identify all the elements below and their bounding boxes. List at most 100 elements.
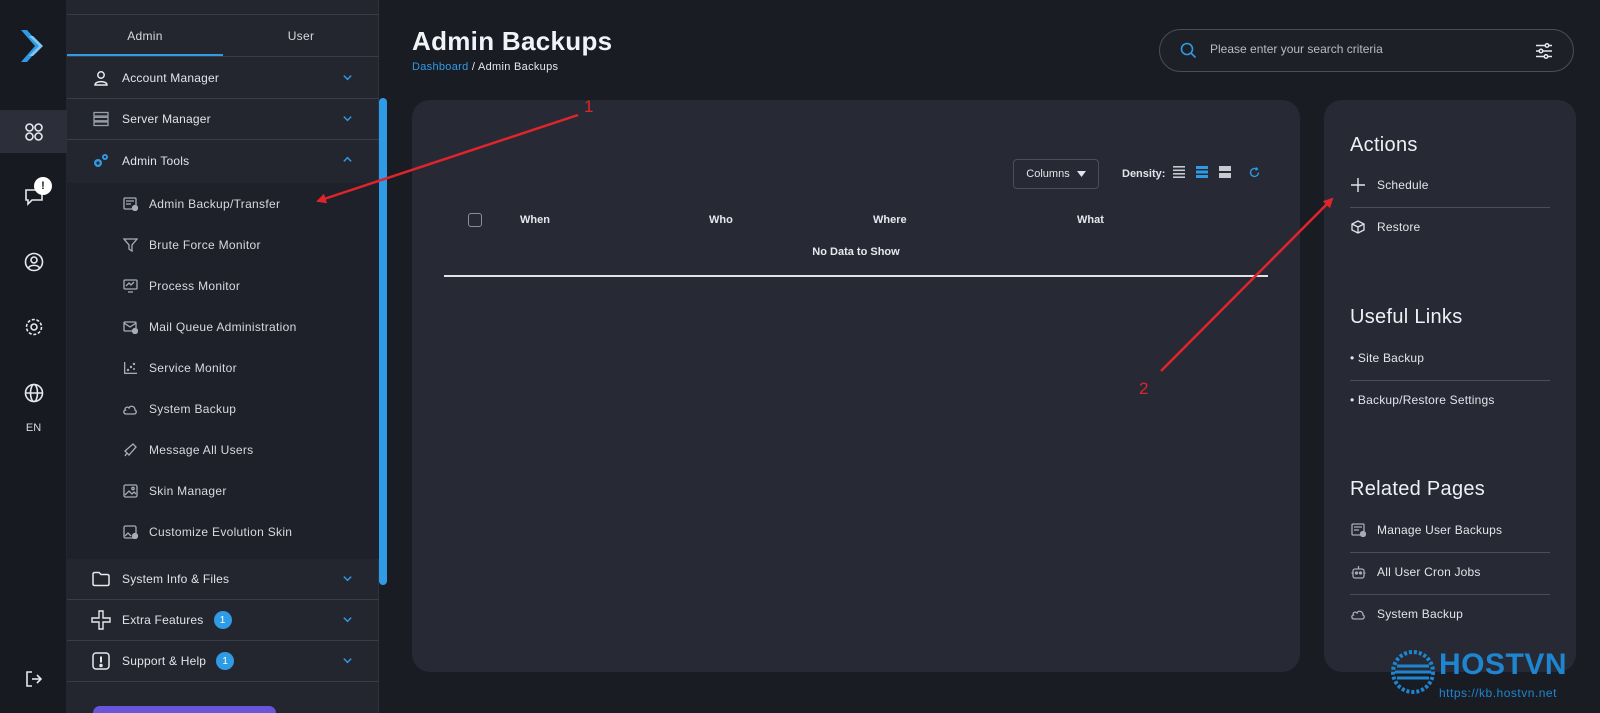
refresh-icon[interactable]: [1249, 167, 1260, 178]
rail-user[interactable]: [0, 241, 67, 283]
density-label: Density:: [1122, 168, 1166, 180]
site-backup-link[interactable]: • Site Backup: [1350, 337, 1550, 379]
sidebar-tabs: Admin User: [67, 15, 379, 57]
rail-dashboard[interactable]: [0, 111, 67, 153]
rail-logout[interactable]: [0, 658, 67, 700]
language-label[interactable]: EN: [0, 422, 67, 434]
rail-language[interactable]: [0, 372, 67, 414]
density-compact-icon[interactable]: [1173, 166, 1185, 178]
server-icon: [91, 109, 111, 129]
support-help-badge: 1: [216, 652, 235, 670]
plus-icon: [1350, 177, 1366, 193]
annotation-label-1: 1: [584, 97, 594, 116]
column-header-when[interactable]: When: [520, 214, 550, 226]
sidebar-scrollbar[interactable]: [379, 98, 387, 585]
system-backup-link[interactable]: System Backup: [1350, 593, 1550, 635]
filter-icon: [122, 237, 138, 253]
item-label: System Backup: [149, 401, 237, 416]
section-label: System Info & Files: [122, 572, 230, 586]
message-badge: !: [34, 177, 52, 195]
section-label: Server Manager: [122, 112, 211, 126]
item-label: Message All Users: [149, 442, 254, 457]
globe-icon: [24, 383, 43, 403]
breadcrumb-dashboard-link[interactable]: Dashboard: [412, 61, 469, 73]
backup-icon: [1350, 522, 1366, 538]
mail-icon: [122, 319, 138, 335]
item-label: Customize Evolution Skin: [149, 524, 293, 539]
sidebar-item-system-backup[interactable]: System Backup: [67, 388, 379, 429]
gear-icon: [25, 318, 42, 336]
plus-icon: [91, 610, 111, 630]
search-bar: [1159, 29, 1574, 72]
hostvn-watermark: HOSTVN https://kb.hostvn.net: [1391, 648, 1591, 708]
useful-links-heading: Useful Links: [1350, 306, 1463, 328]
sidebar-bottom-button[interactable]: [93, 706, 276, 713]
density-standard-icon[interactable]: [1196, 166, 1208, 178]
sidebar-top-edge: [67, 0, 379, 15]
search-input[interactable]: [1210, 42, 1510, 56]
annotation-label-2: 2: [1139, 379, 1149, 398]
chevron-down-icon: [343, 658, 352, 664]
sidebar-item-mail-queue-administration[interactable]: Mail Queue Administration: [67, 306, 379, 347]
rail-messages[interactable]: !: [0, 175, 67, 217]
icon-rail: ! EN: [0, 0, 67, 713]
sidebar-section-extra-features[interactable]: Extra Features 1: [67, 600, 379, 641]
page-title: Admin Backups: [412, 26, 613, 56]
monitor-icon: [122, 278, 138, 294]
section-label: Support & Help: [122, 654, 207, 668]
chevron-up-icon: [343, 156, 352, 162]
app-logo-icon[interactable]: [17, 28, 51, 64]
sidebar-section-system-info-files[interactable]: System Info & Files: [67, 559, 379, 600]
sidebar-section-account-manager[interactable]: Account Manager: [67, 58, 379, 99]
sidebar-item-process-monitor[interactable]: Process Monitor: [67, 265, 379, 306]
sidebar-item-service-monitor[interactable]: Service Monitor: [67, 347, 379, 388]
column-header-what[interactable]: What: [1077, 214, 1104, 226]
density-comfortable-icon[interactable]: [1219, 166, 1231, 178]
restore-action[interactable]: Restore: [1350, 206, 1550, 248]
admin-tools-submenu: Admin Backup/Transfer Brute Force Monito…: [67, 183, 379, 559]
actions-heading: Actions: [1350, 134, 1418, 156]
service-icon: [122, 360, 138, 376]
select-all-checkbox[interactable]: [468, 213, 482, 227]
hostvn-logo-icon: [1391, 650, 1435, 694]
watermark-brand: HOSTVN: [1439, 648, 1568, 681]
table-divider: [444, 275, 1268, 277]
sidebar-item-admin-backup-transfer[interactable]: Admin Backup/Transfer: [67, 183, 379, 224]
columns-button[interactable]: Columns: [1013, 159, 1099, 189]
section-label: Extra Features: [122, 613, 204, 627]
rail-settings[interactable]: [0, 306, 67, 348]
search-icon[interactable]: [1180, 42, 1197, 59]
sidebar-section-server-manager[interactable]: Server Manager: [67, 99, 379, 140]
sidebar-section-admin-tools[interactable]: Admin Tools: [67, 140, 379, 181]
related-pages-heading: Related Pages: [1350, 478, 1486, 500]
tab-admin[interactable]: Admin: [67, 15, 223, 56]
sidebar-section-support-help[interactable]: Support & Help 1: [67, 641, 379, 682]
column-header-who[interactable]: Who: [709, 214, 733, 226]
caret-down-icon: [1076, 171, 1086, 177]
sidebar-item-brute-force-monitor[interactable]: Brute Force Monitor: [67, 224, 379, 265]
cloud-icon: [122, 401, 138, 417]
sidebar-item-skin-manager[interactable]: Skin Manager: [67, 470, 379, 511]
column-header-where[interactable]: Where: [873, 214, 907, 226]
item-label: Mail Queue Administration: [149, 319, 297, 334]
chevron-down-icon: [343, 116, 352, 122]
manage-user-backups-link[interactable]: Manage User Backups: [1350, 509, 1550, 551]
chevron-down-icon: [343, 617, 352, 623]
logout-icon: [25, 671, 42, 687]
filter-settings-icon[interactable]: [1535, 42, 1553, 60]
schedule-action[interactable]: Schedule: [1350, 164, 1550, 206]
sidebar-item-customize-evolution-skin[interactable]: Customize Evolution Skin: [67, 511, 379, 552]
breadcrumb-separator: /: [468, 61, 478, 73]
empty-state-text: No Data to Show: [812, 246, 900, 258]
sidebar-item-message-all-users[interactable]: Message All Users: [67, 429, 379, 470]
all-user-cron-jobs-link[interactable]: All User Cron Jobs: [1350, 551, 1550, 593]
watermark-url: https://kb.hostvn.net: [1439, 686, 1557, 700]
tab-user[interactable]: User: [223, 15, 379, 56]
columns-label: Columns: [1026, 168, 1070, 180]
dashboard-grid-icon: [24, 123, 43, 141]
restore-label: Restore: [1377, 220, 1421, 234]
system-backup-label: System Backup: [1377, 607, 1463, 621]
backup-restore-settings-link[interactable]: • Backup/Restore Settings: [1350, 379, 1550, 421]
breadcrumb: Dashboard / Admin Backups: [412, 61, 558, 73]
section-label: Account Manager: [122, 71, 220, 85]
